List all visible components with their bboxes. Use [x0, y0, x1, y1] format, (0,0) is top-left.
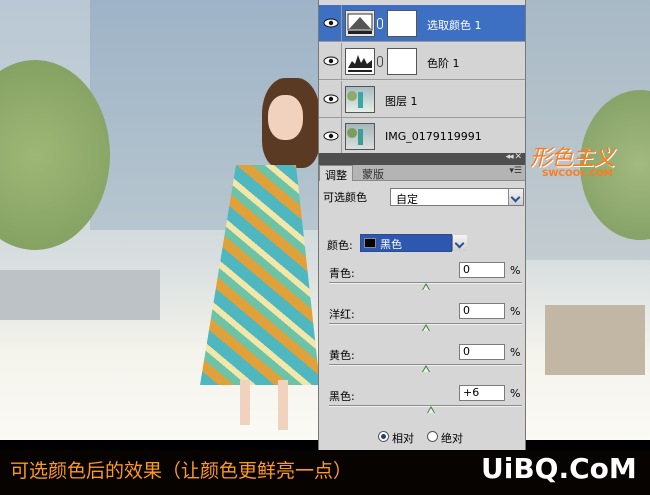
slider-thumb[interactable]: [421, 324, 430, 331]
collapse-arrows-icon[interactable]: ◂◂ ✕: [506, 152, 522, 162]
chevron-down-icon[interactable]: [452, 235, 467, 251]
slider-thumb[interactable]: [421, 283, 430, 290]
layer-name[interactable]: IMG_0179119991: [385, 130, 482, 143]
divider: [341, 5, 342, 42]
percent-label: %: [510, 387, 521, 400]
adjustment-title: 可选颜色: [323, 191, 367, 204]
slider-thumb[interactable]: [421, 365, 430, 372]
layer-row-background-image[interactable]: IMG_0179119991: [319, 118, 525, 155]
tab-adjustments[interactable]: 调整: [319, 165, 353, 182]
colors-value: 黑色: [380, 238, 402, 251]
visibility-eye-icon[interactable]: [321, 49, 341, 73]
slider-label: 青色:: [329, 267, 355, 280]
parked-cars: [0, 270, 160, 320]
leg: [240, 380, 250, 425]
layer-row-layer1[interactable]: 图层 1: [319, 81, 525, 118]
chain-link-icon[interactable]: [377, 18, 383, 29]
relative-radio[interactable]: [378, 431, 389, 442]
bench: [545, 305, 645, 375]
panel-menu-icon[interactable]: ▾☰: [509, 166, 522, 176]
watermark-sub: SWCOOL.COM: [542, 169, 613, 179]
layer-row-selective-color[interactable]: 选取颜色 1: [319, 5, 525, 42]
chain-link-icon[interactable]: [377, 56, 383, 67]
layer-mask-thumbnail[interactable]: [387, 10, 417, 37]
visibility-eye-icon[interactable]: [321, 87, 341, 111]
percent-label: %: [510, 305, 521, 318]
panel-tabs: 调整 蒙版 ▾☰: [319, 165, 525, 182]
radio-label[interactable]: 绝对: [441, 430, 463, 446]
slider-row: 青色: 0 %: [319, 262, 525, 302]
slider-track[interactable]: [329, 405, 522, 407]
black-swatch: [364, 238, 376, 248]
leg: [278, 380, 288, 430]
layer-row-levels[interactable]: 色阶 1: [319, 43, 525, 80]
slider-label: 黄色:: [329, 349, 355, 362]
slider-row: 黑色: +6 %: [319, 385, 525, 425]
radio-label[interactable]: 相对: [392, 430, 414, 446]
selective-color-thumbnail-icon: [345, 10, 375, 37]
photo-thumbnail-icon: [345, 86, 375, 113]
black-value-input[interactable]: +6: [459, 385, 505, 401]
yellow-value-input[interactable]: 0: [459, 344, 505, 360]
preset-dropdown[interactable]: 自定: [390, 188, 524, 206]
slider-row: 洋红: 0 %: [319, 303, 525, 343]
chevron-down-icon[interactable]: [508, 189, 523, 205]
slider-label: 洋红:: [329, 308, 355, 321]
colors-select-highlight: 黑色: [361, 235, 451, 251]
photoshop-panel: 选取颜色 1 色阶 1 图层 1 IMG_0179119991 ◂◂ ✕ 调整 …: [318, 0, 526, 450]
magenta-value-input[interactable]: 0: [459, 303, 505, 319]
layer-name[interactable]: 色阶 1: [427, 55, 460, 71]
tab-masks[interactable]: 蒙版: [357, 165, 389, 181]
slider-label: 黑色:: [329, 390, 355, 403]
photo-thumbnail-icon: [345, 123, 375, 150]
slider-thumb[interactable]: [427, 406, 436, 413]
divider: [341, 118, 342, 155]
divider: [341, 81, 342, 118]
face: [268, 95, 303, 140]
watermark-logo: 形色主义: [530, 146, 615, 171]
slider-row: 黄色: 0 %: [319, 344, 525, 384]
layer-name[interactable]: 选取颜色 1: [427, 17, 482, 33]
divider: [341, 43, 342, 80]
cyan-value-input[interactable]: 0: [459, 262, 505, 278]
colors-dropdown[interactable]: 黑色: [360, 234, 467, 252]
preset-value: 自定: [396, 193, 418, 206]
caption-bar: 可选颜色后的效果（让颜色更鲜亮一点） UiBQ.CoM: [0, 450, 650, 495]
site-logo: UiBQ.CoM: [481, 452, 637, 485]
percent-label: %: [510, 264, 521, 277]
visibility-eye-icon[interactable]: [321, 11, 341, 35]
absolute-radio[interactable]: [427, 431, 438, 442]
layer-mask-thumbnail[interactable]: [387, 48, 417, 75]
watermark: 形色主义 SWCOOL.COM: [530, 140, 650, 179]
levels-thumbnail-icon: [345, 48, 375, 75]
layer-name[interactable]: 图层 1: [385, 93, 418, 109]
visibility-eye-icon[interactable]: [321, 124, 341, 148]
caption-text: 可选颜色后的效果（让颜色更鲜亮一点）: [10, 460, 353, 482]
panel-divider: ◂◂ ✕: [319, 152, 525, 165]
percent-label: %: [510, 346, 521, 359]
method-radio-group: 相对 绝对: [319, 428, 525, 448]
colors-label: 颜色:: [327, 239, 353, 252]
